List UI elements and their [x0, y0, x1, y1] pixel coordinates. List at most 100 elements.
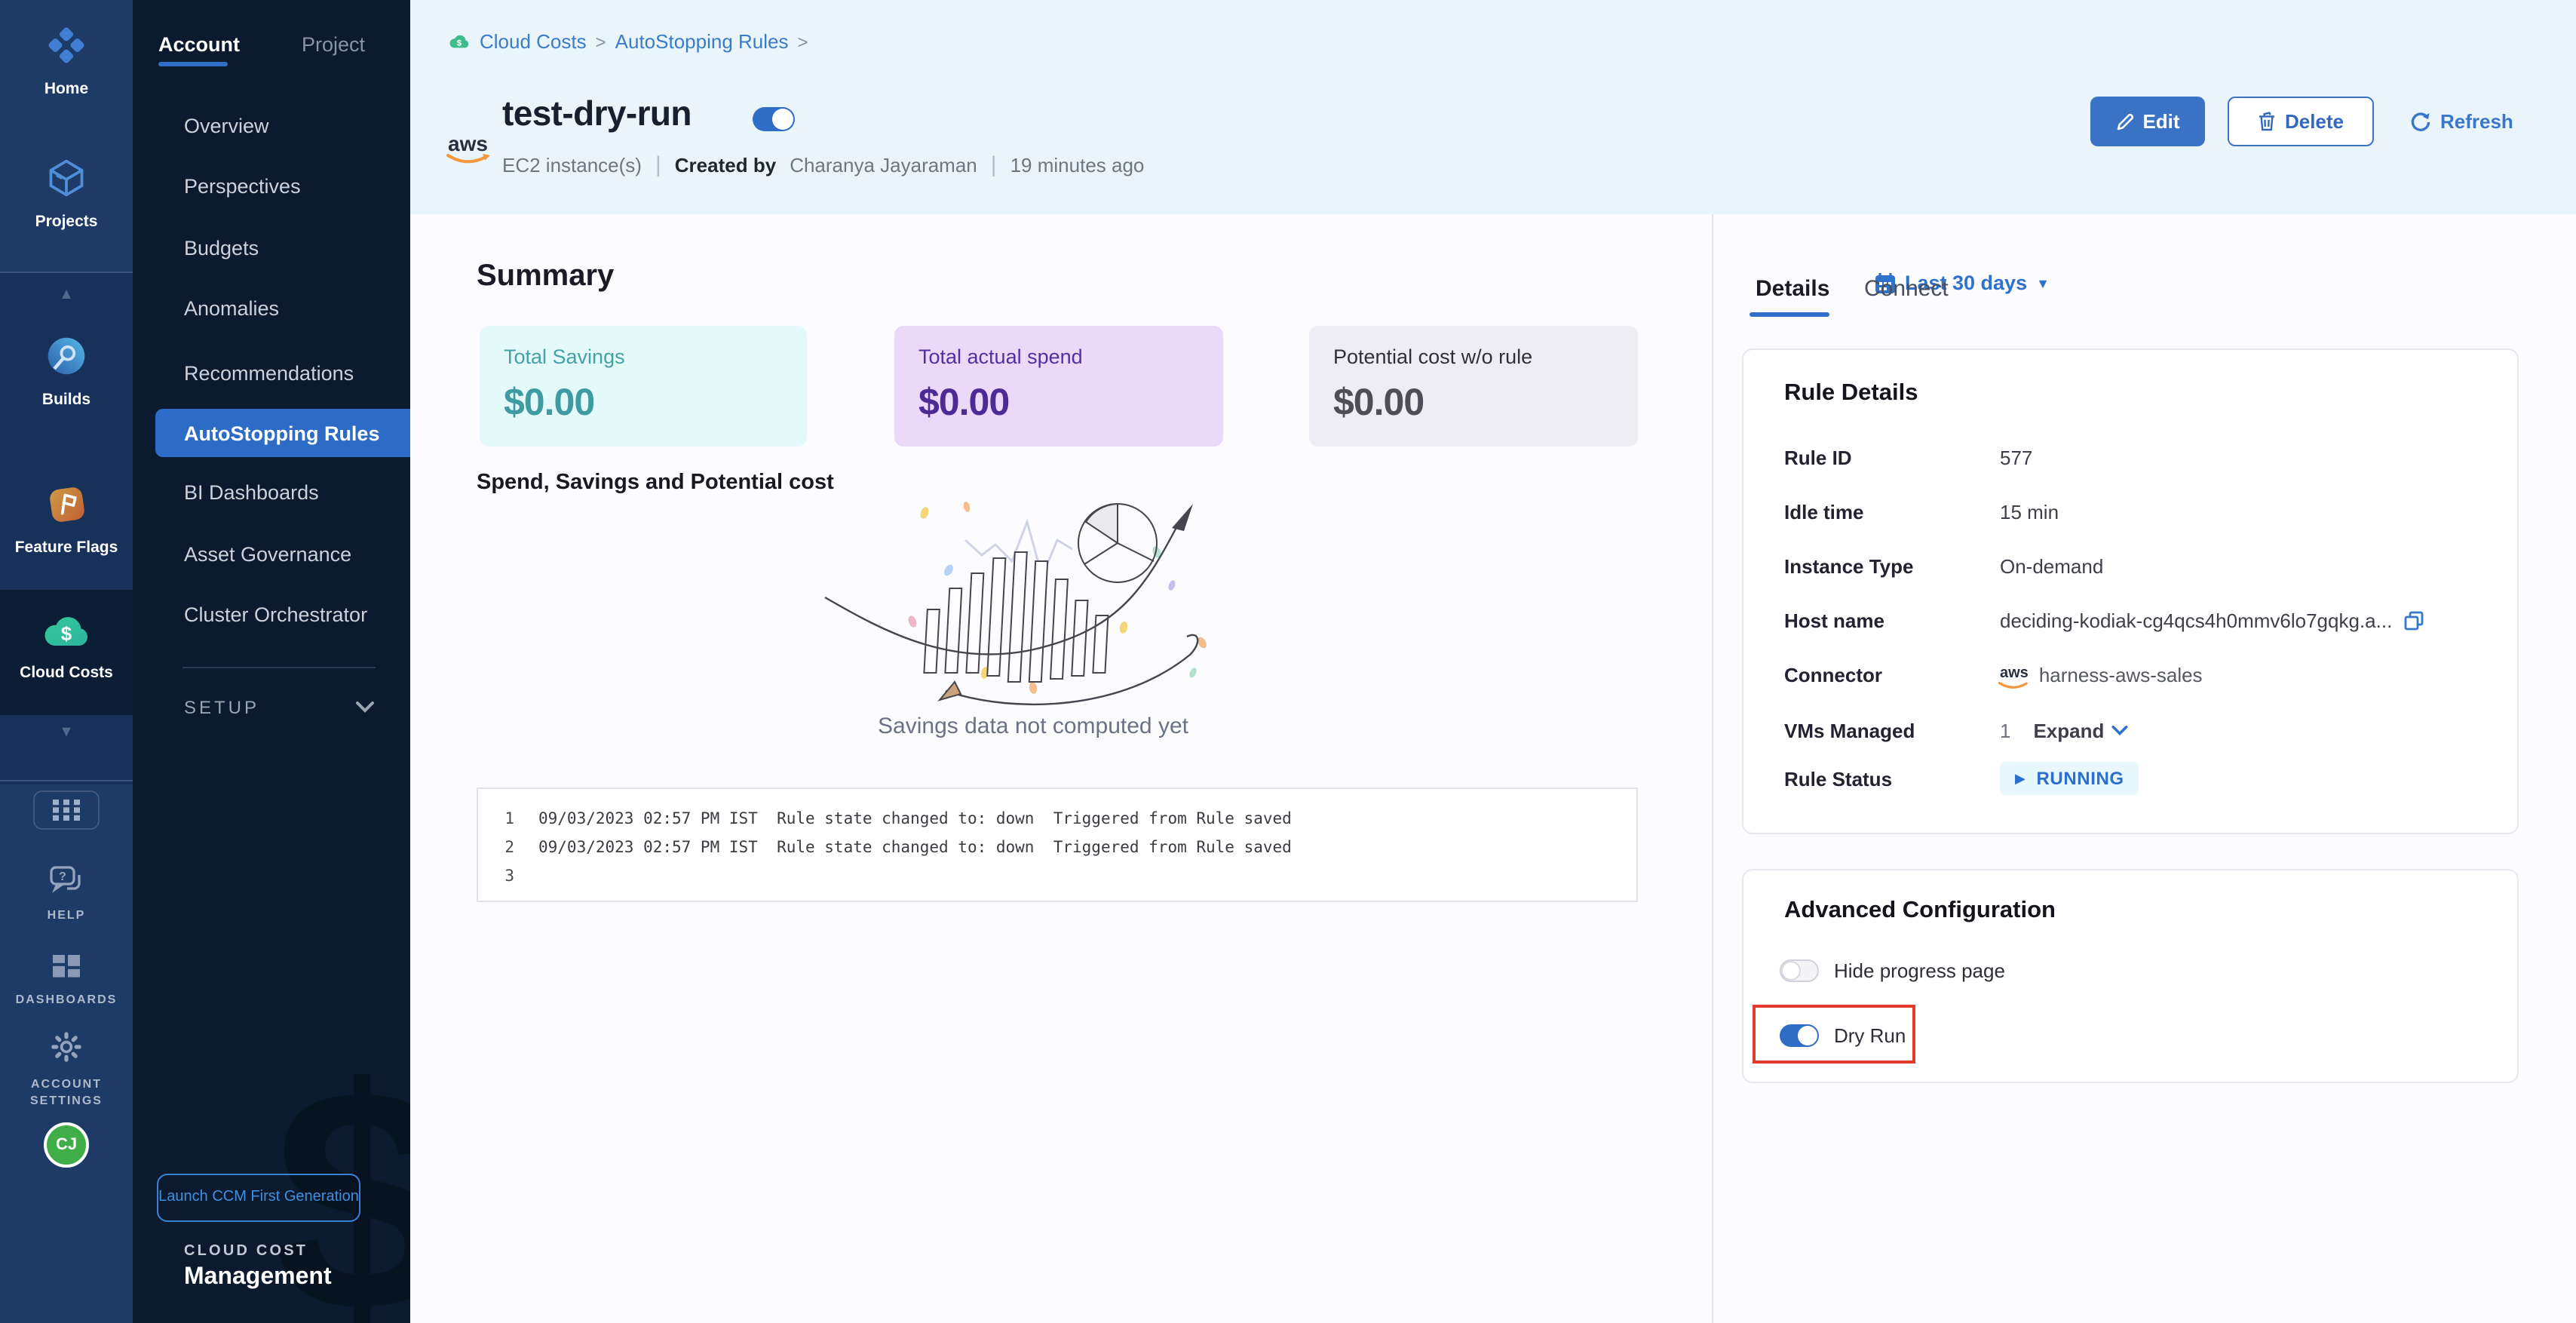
module-title: Management [184, 1264, 332, 1291]
scope-tab-account[interactable]: Account [158, 33, 240, 56]
vms-managed-row: VMs Managed 1 Expand [1784, 715, 2128, 745]
sidebar-item-account-settings[interactable]: ACCOUNT SETTINGS [0, 1032, 133, 1109]
refresh-icon [2410, 111, 2431, 132]
created-ago: 19 minutes ago [1010, 154, 1145, 177]
harness-ccm-app: Home Projects ▲ Builds [0, 0, 2576, 1323]
svg-text:$: $ [457, 38, 462, 48]
card-label: Total actual spend [918, 345, 1199, 368]
help-chat-icon: ? [49, 866, 84, 895]
total-savings-card: Total Savings $0.00 [480, 326, 807, 447]
status-text: RUNNING [2036, 768, 2124, 789]
sidebar-item-recommendations[interactable]: Recommendations [184, 362, 354, 385]
dry-run-highlight-box [1753, 1005, 1915, 1064]
breadcrumb: $ Cloud Costs > AutoStopping Rules > [448, 30, 808, 53]
play-icon: ▶ [2015, 770, 2026, 787]
instance-type-row: Instance Type On-demand [1784, 551, 2103, 581]
flag-icon [46, 484, 87, 525]
aws-connector-icon: aws [2000, 667, 2029, 682]
rail-label: Feature Flags [0, 539, 133, 557]
sidebar-item-anomalies[interactable]: Anomalies [184, 297, 279, 320]
svg-text:?: ? [58, 870, 66, 883]
setup-section-toggle[interactable]: SETUP [184, 697, 259, 718]
log-line-number: 2 [499, 834, 514, 863]
row-label: Instance Type [1784, 554, 2000, 577]
aws-smile [446, 152, 495, 166]
row-value: 577 [2000, 446, 2032, 468]
log-line-text: 09/03/2023 02:57 PM IST Rule state chang… [538, 834, 1292, 863]
caret-down-icon: ▼ [2036, 275, 2050, 290]
module-eyebrow: CLOUD COST [184, 1243, 308, 1260]
created-by-label: Created by [675, 154, 776, 177]
tab-connect[interactable]: Connect [1864, 276, 1949, 302]
sidebar-item-cloud-costs[interactable]: $ Cloud Costs [0, 612, 133, 682]
log-line: 1 09/03/2023 02:57 PM IST Rule state cha… [499, 806, 1636, 834]
page-title: test-dry-run [502, 94, 692, 134]
breadcrumb-separator: > [798, 31, 808, 52]
rule-event-log[interactable]: 1 09/03/2023 02:57 PM IST Rule state cha… [477, 787, 1638, 902]
module-selector-button[interactable] [33, 790, 100, 830]
sidebar-item-help[interactable]: ? HELP [0, 866, 133, 922]
log-line-number: 1 [499, 806, 514, 834]
aws-smile [1998, 680, 2032, 691]
created-by-name: Charanya Jayaraman [790, 154, 977, 177]
expand-vms-link[interactable]: Expand [2033, 719, 2104, 741]
sidebar-item-perspectives[interactable]: Perspectives [184, 175, 301, 198]
chevron-down-icon[interactable] [2111, 725, 2128, 735]
total-actual-spend-card: Total actual spend $0.00 [894, 326, 1223, 447]
sidebar-item-projects[interactable]: Projects [0, 157, 133, 231]
cloud-costs-icon: $ [448, 33, 471, 50]
rail-label: ACCOUNT SETTINGS [0, 1076, 133, 1109]
scroll-up-icon[interactable]: ▲ [0, 287, 133, 303]
scroll-down-icon[interactable]: ▼ [0, 724, 133, 741]
hide-progress-row: Hide progress page [1780, 955, 2005, 985]
launch-ccm-first-gen-button[interactable]: Launch CCM First Generation [157, 1174, 360, 1222]
sidebar-divider [182, 667, 376, 668]
sidebar-item-home[interactable]: Home [0, 24, 133, 98]
hide-progress-toggle[interactable] [1780, 959, 1819, 981]
log-line-number: 3 [499, 863, 514, 892]
sidebar-item-builds[interactable]: Builds [0, 335, 133, 409]
builds-icon [45, 335, 87, 377]
sidebar-item-feature-flags[interactable]: Feature Flags [0, 484, 133, 557]
breadcrumb-cloud-costs[interactable]: Cloud Costs [480, 30, 587, 53]
rule-enabled-toggle[interactable] [753, 107, 795, 131]
breadcrumb-autostopping-rules[interactable]: AutoStopping Rules [615, 30, 789, 53]
card-value: $0.00 [504, 382, 783, 425]
chart-section-label: Spend, Savings and Potential cost [477, 471, 834, 495]
scope-tab-project[interactable]: Project [302, 33, 365, 56]
sidebar-item-autostopping-rules[interactable]: AutoStopping Rules [155, 409, 410, 457]
delete-button[interactable]: Delete [2228, 97, 2374, 146]
status-badge: ▶ RUNNING [2000, 762, 2139, 795]
separator: | [655, 152, 661, 178]
tab-details[interactable]: Details [1756, 276, 1829, 302]
empty-chart-caption: Savings data not computed yet [679, 714, 1388, 739]
log-line-text: 09/03/2023 02:57 PM IST Rule state chang… [538, 806, 1292, 834]
log-line: 2 09/03/2023 02:57 PM IST Rule state cha… [499, 834, 1636, 863]
sidebar-item-asset-governance[interactable]: Asset Governance [184, 543, 351, 566]
vms-count: 1 [2000, 719, 2010, 741]
sidebar-item-cluster-orchestrator[interactable]: Cluster Orchestrator [184, 603, 367, 626]
card-label: Total Savings [504, 345, 783, 368]
user-avatar[interactable]: CJ [44, 1122, 89, 1168]
resource-type: EC2 instance(s) [502, 154, 642, 177]
host-name-link[interactable]: deciding-kodiak-cg4qcs4h0mmv6lo7gqkg.a..… [2000, 609, 2392, 631]
rail-divider [0, 780, 133, 781]
card-label: Potential cost w/o rule [1333, 345, 1614, 368]
refresh-button[interactable]: Refresh [2410, 97, 2513, 146]
setup-label: SETUP [184, 697, 259, 718]
row-value: On-demand [2000, 554, 2103, 577]
sidebar-item-dashboards[interactable]: DASHBOARDS [0, 953, 133, 1006]
grid-icon [53, 800, 80, 821]
sidebar-item-bi-dashboards[interactable]: BI Dashboards [184, 481, 319, 504]
active-tab-underline [1750, 312, 1829, 317]
rule-details-title: Rule Details [1784, 380, 1918, 407]
chevron-down-icon[interactable] [356, 701, 374, 714]
sidebar-item-overview[interactable]: Overview [184, 115, 269, 137]
rule-details-card: Rule Details Rule ID 577 Idle time 15 mi… [1742, 348, 2519, 834]
edit-button[interactable]: Edit [2090, 97, 2205, 146]
rail-divider [0, 272, 133, 273]
copy-icon[interactable] [2404, 610, 2424, 630]
sidebar-item-budgets[interactable]: Budgets [184, 237, 259, 259]
idle-time-row: Idle time 15 min [1784, 496, 2059, 526]
breadcrumb-separator: > [596, 31, 606, 52]
